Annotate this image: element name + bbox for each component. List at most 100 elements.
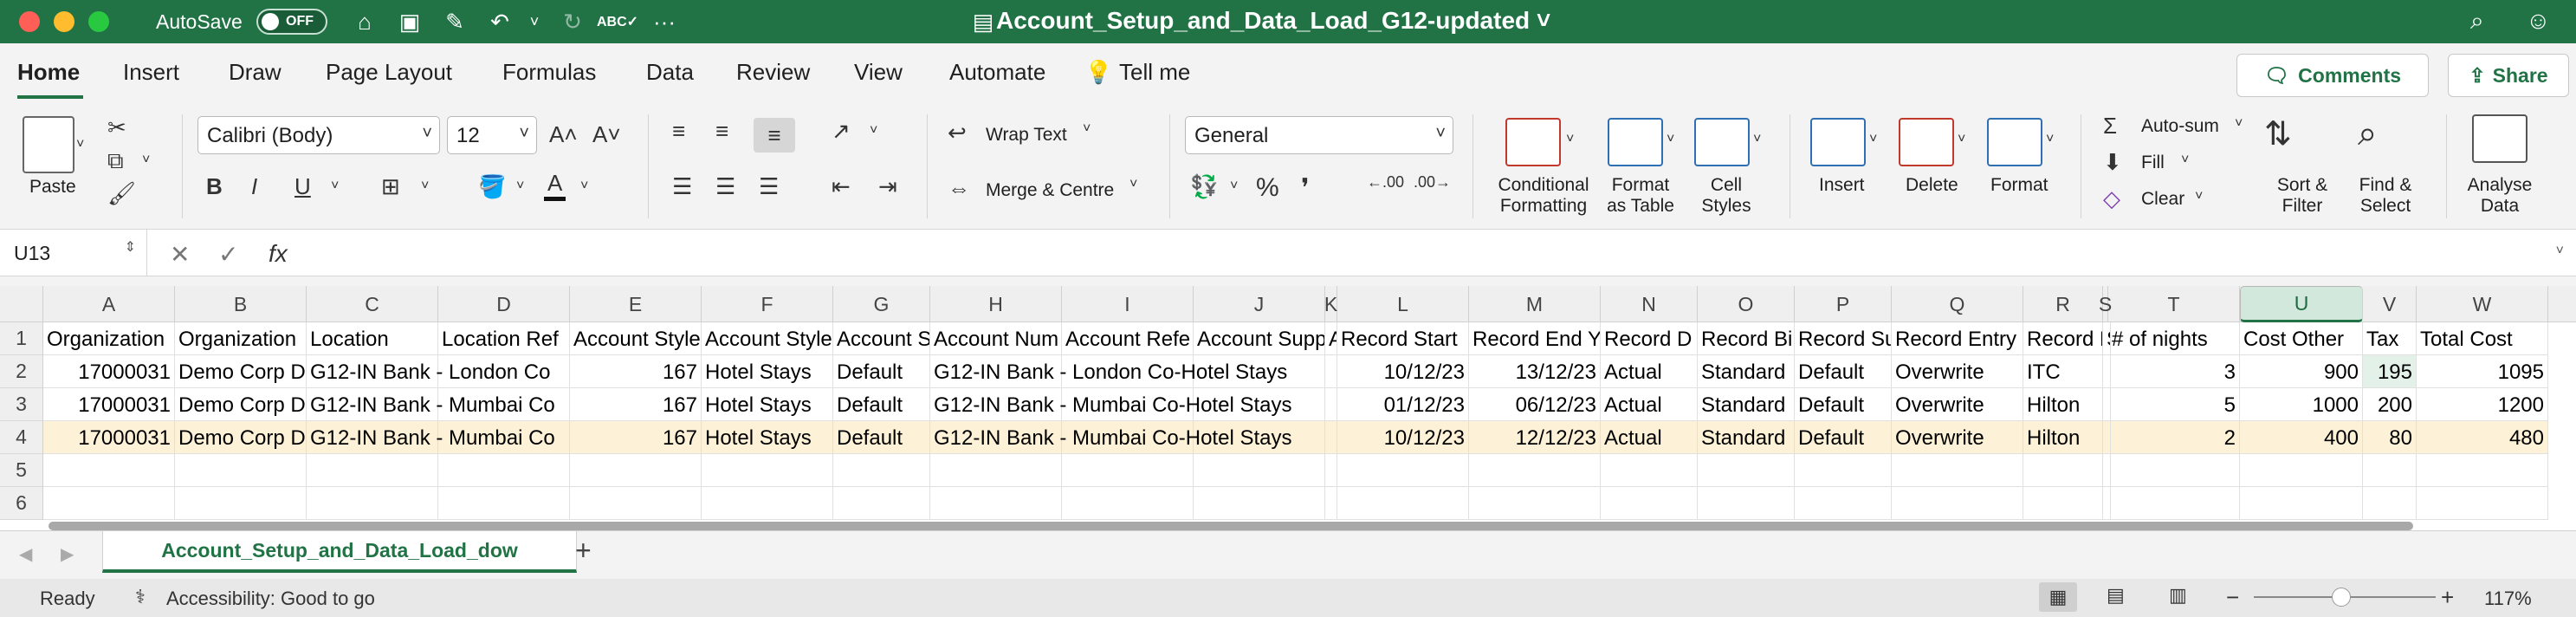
cell[interactable]: 167: [570, 355, 702, 388]
cell[interactable]: [702, 487, 833, 520]
cell[interactable]: [1795, 487, 1892, 520]
paste-dropdown-icon[interactable]: ˅: [76, 137, 84, 153]
cell[interactable]: G12-IN Bank - Mumbai Co-Hotel Stays: [930, 421, 1291, 454]
cell[interactable]: [1469, 454, 1601, 487]
delete-cells-label[interactable]: Delete: [1906, 175, 1958, 196]
cell[interactable]: [930, 454, 1062, 487]
accessibility-icon[interactable]: ⚕: [135, 586, 146, 608]
comma-style-icon[interactable]: ❜: [1301, 173, 1310, 204]
home-icon[interactable]: ⌂: [350, 8, 379, 36]
cell[interactable]: Default: [833, 421, 930, 454]
cell[interactable]: Default: [1795, 355, 1892, 388]
column-header-t[interactable]: T: [2108, 286, 2240, 322]
cell[interactable]: 12/12/23: [1469, 421, 1601, 454]
cell[interactable]: [1194, 454, 1325, 487]
cell[interactable]: [2240, 454, 2363, 487]
prev-sheet-icon[interactable]: ◀: [19, 543, 32, 565]
cell[interactable]: G12-IN Bank - London Co: [307, 355, 551, 388]
cell-styles-label[interactable]: Cell Styles: [1696, 175, 1757, 217]
cell[interactable]: [2108, 487, 2240, 520]
cell[interactable]: Account Supp: [1194, 322, 1325, 355]
cell[interactable]: [1795, 454, 1892, 487]
cell[interactable]: Record Su: [1795, 322, 1892, 355]
borders-dropdown-icon[interactable]: ˅: [421, 179, 429, 194]
next-sheet-icon[interactable]: ▶: [61, 543, 74, 565]
increase-font-size-icon[interactable]: A˄: [549, 121, 578, 148]
row-header[interactable]: 1: [0, 322, 43, 355]
find-select-label[interactable]: Find & Select: [2351, 175, 2420, 217]
column-header-g[interactable]: G: [833, 286, 930, 322]
align-middle-icon[interactable]: ≡: [715, 118, 728, 145]
cell[interactable]: Standard: [1698, 355, 1795, 388]
column-header-i[interactable]: I: [1062, 286, 1194, 322]
cell[interactable]: Organization: [175, 322, 307, 355]
zoom-in-icon[interactable]: +: [2441, 584, 2454, 611]
document-title[interactable]: Account_Setup_and_Data_Load_G12-updated …: [996, 7, 1550, 35]
font-size-select[interactable]: 12 ˅: [447, 116, 537, 154]
cell[interactable]: # of nights: [2108, 322, 2240, 355]
orientation-icon[interactable]: ↗: [832, 118, 851, 145]
cell[interactable]: [2363, 454, 2417, 487]
column-header-u[interactable]: U: [2240, 286, 2363, 322]
add-sheet-icon[interactable]: +: [575, 535, 592, 567]
cell[interactable]: [833, 454, 930, 487]
cell[interactable]: [1062, 454, 1194, 487]
merge-dropdown-icon[interactable]: ˅: [1129, 177, 1137, 192]
cell[interactable]: Account S: [833, 322, 930, 355]
page-layout-view-icon[interactable]: ▤: [2107, 584, 2125, 607]
cell[interactable]: [2363, 487, 2417, 520]
cell[interactable]: [2240, 487, 2363, 520]
fill-color-icon[interactable]: 🪣: [478, 173, 506, 200]
column-header-k[interactable]: K: [1324, 286, 1337, 322]
minimize-window-button[interactable]: [54, 11, 74, 32]
cell[interactable]: Default: [1795, 421, 1892, 454]
clear-button[interactable]: Clear: [2141, 189, 2184, 210]
name-box[interactable]: U13 ⇕: [0, 230, 147, 276]
more-options-icon[interactable]: ···: [650, 8, 679, 36]
undo-icon[interactable]: ↶: [485, 8, 515, 36]
column-header-n[interactable]: N: [1601, 286, 1698, 322]
align-bottom-icon[interactable]: ≡: [754, 118, 795, 153]
cell[interactable]: Actual: [1601, 355, 1698, 388]
cell[interactable]: [1325, 388, 1337, 421]
column-header-j[interactable]: J: [1194, 286, 1325, 322]
align-left-icon[interactable]: ☰: [672, 173, 692, 200]
cell[interactable]: [1325, 355, 1337, 388]
cell[interactable]: Hotel Stays: [702, 421, 833, 454]
delete-cells-dropdown-icon[interactable]: ˅: [1958, 132, 1965, 147]
cell-styles-icon[interactable]: [1694, 118, 1750, 166]
column-header-b[interactable]: B: [175, 286, 307, 322]
orientation-dropdown-icon[interactable]: ˅: [870, 123, 877, 139]
cell[interactable]: Default: [833, 388, 930, 421]
cell[interactable]: 10/12/23: [1337, 355, 1469, 388]
cell[interactable]: Record F: [2023, 322, 2103, 355]
cell[interactable]: [1062, 487, 1194, 520]
cell[interactable]: Account Num: [930, 322, 1062, 355]
cell[interactable]: Record End Y: [1469, 322, 1601, 355]
cell[interactable]: [2417, 487, 2548, 520]
cell[interactable]: 2: [2108, 421, 2240, 454]
clear-dropdown-icon[interactable]: ˅: [2195, 189, 2203, 205]
underline-dropdown-icon[interactable]: ˅: [331, 179, 339, 194]
formula-input[interactable]: [308, 238, 2526, 268]
cell[interactable]: [307, 487, 438, 520]
cell[interactable]: [2108, 454, 2240, 487]
cell[interactable]: 06/12/23: [1469, 388, 1601, 421]
cell[interactable]: Record Start: [1337, 322, 1469, 355]
font-color-dropdown-icon[interactable]: ˅: [580, 179, 588, 194]
accounting-dropdown-icon[interactable]: ˅: [1230, 179, 1238, 194]
cell[interactable]: [1325, 454, 1337, 487]
tab-review[interactable]: Review: [736, 59, 810, 86]
cell[interactable]: [570, 487, 702, 520]
accounting-format-icon[interactable]: 💱: [1190, 173, 1218, 200]
column-header-m[interactable]: M: [1469, 286, 1601, 322]
cell[interactable]: Hotel Stays: [702, 355, 833, 388]
row-header[interactable]: 5: [0, 454, 43, 487]
cell[interactable]: [2417, 454, 2548, 487]
cell[interactable]: Demo Corp D: [175, 421, 307, 454]
paste-icon[interactable]: [23, 116, 74, 173]
column-header-w[interactable]: W: [2417, 286, 2548, 322]
fill-icon[interactable]: ⬇: [2103, 149, 2122, 176]
cell[interactable]: Default: [1795, 388, 1892, 421]
column-header-q[interactable]: Q: [1892, 286, 2023, 322]
